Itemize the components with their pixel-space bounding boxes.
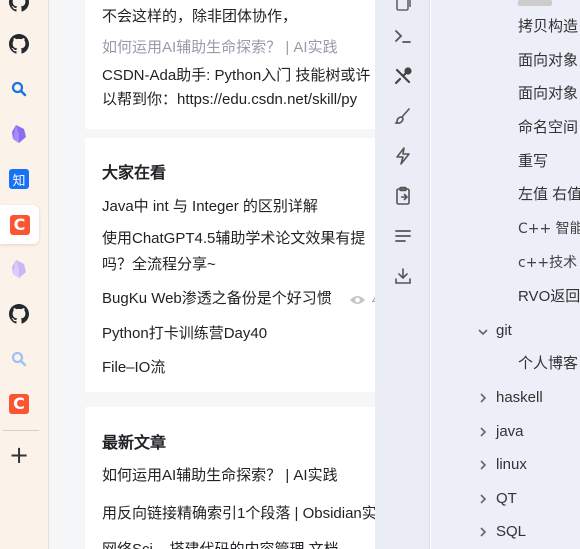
tools-icon[interactable] (392, 65, 414, 87)
note-item[interactable]: 重写 (518, 152, 548, 172)
lightning-icon[interactable] (392, 145, 414, 167)
copy-icon[interactable] (392, 0, 414, 14)
search-icon[interactable] (5, 75, 33, 103)
trending-item[interactable]: BugKu Web渗透之备份是个好习惯 (102, 289, 332, 309)
chevron-right-icon[interactable] (478, 527, 488, 537)
file-explorer: 拷贝构造 面向对象 面向对象 命名空间 重写 左值 右值 C++ 智能 c++技… (431, 0, 580, 549)
note-item[interactable]: c++技术 (518, 253, 577, 273)
brush-icon[interactable] (392, 105, 414, 127)
folder-linux[interactable]: linux (496, 455, 527, 475)
add-icon[interactable]: + (5, 441, 33, 469)
zhihu-icon[interactable]: 知 (5, 165, 33, 193)
dock-divider (3, 430, 39, 431)
trending-item[interactable]: Java中 int 与 Integer 的区别详解 (102, 197, 318, 217)
note-item[interactable]: 面向对象 (518, 84, 578, 104)
note-item[interactable]: 左值 右值 (518, 185, 580, 205)
folder-git[interactable]: git (496, 321, 512, 341)
latest-item[interactable]: 用反向链接精确索引1个段落 | Obsidian实 (102, 504, 375, 524)
eye-icon (350, 295, 365, 304)
trending-item[interactable]: Python打卡训练营Day40 (102, 324, 267, 344)
folder-sql[interactable]: SQL (496, 522, 526, 542)
latest-card: 最新文章 如何运用AI辅助生命探索？ | AI实践 用反向链接精确索引1个段落 … (85, 407, 375, 549)
github-icon[interactable] (5, 30, 33, 58)
view-count: 4 (349, 292, 375, 307)
chevron-down-icon[interactable] (478, 327, 488, 337)
terminal-icon[interactable] (392, 25, 414, 47)
chevron-right-icon[interactable] (478, 393, 488, 403)
csdn-icon-2[interactable]: C (5, 390, 33, 418)
folder-java[interactable]: java (496, 422, 524, 442)
trending-item[interactable]: 使用ChatGPT4.5辅助学术论文效果有提 (102, 229, 365, 249)
ribbon-toolbar (375, 0, 430, 549)
note-item[interactable]: 个人博客 (518, 354, 578, 374)
obsidian-icon-faded[interactable] (5, 255, 33, 283)
latest-item[interactable]: 如何运用AI辅助生命探索？ | AI实践 (102, 466, 338, 486)
folder-haskell[interactable]: haskell (496, 388, 543, 408)
note-item[interactable]: 拷贝构造 (518, 17, 578, 37)
comment-card: 不会这样的，除非团体协作， 如何运用AI辅助生命探索？ | AI实践 CSDN-… (85, 0, 375, 129)
ada-reply-line2[interactable]: 以帮到你：https://edu.csdn.net/skill/py (102, 90, 357, 110)
comment-text: 不会这样的，除非团体协作， (102, 8, 298, 25)
download-icon[interactable] (392, 265, 414, 287)
latest-item[interactable]: 网络Sci... 搭建代码的内容管理 文档 (102, 540, 339, 549)
list-icon[interactable] (392, 225, 414, 247)
latest-title: 最新文章 (102, 435, 167, 452)
trending-title: 大家在看 (102, 165, 167, 182)
clipboard-icon[interactable] (392, 185, 414, 207)
chevron-right-icon[interactable] (478, 494, 488, 504)
note-item-partial[interactable] (518, 0, 552, 13)
folder-qt[interactable]: QT (496, 489, 517, 509)
note-item[interactable]: RVO返回 (518, 287, 580, 307)
note-item[interactable]: 命名空间 (518, 118, 578, 138)
note-item[interactable]: C++ 智能 (518, 219, 580, 239)
trending-card: 大家在看 Java中 int 与 Integer 的区别详解 使用ChatGPT… (85, 138, 375, 392)
trending-item[interactable]: File–IO流 (102, 358, 165, 378)
app-dock: 知 C C + (0, 0, 49, 549)
github-icon-2[interactable] (5, 300, 33, 328)
chevron-right-icon[interactable] (478, 427, 488, 437)
note-item[interactable]: 面向对象 (518, 51, 578, 71)
chevron-right-icon[interactable] (478, 460, 488, 470)
trending-item-cont[interactable]: 吗？全流程分享~ (102, 255, 216, 275)
ada-reply-line1: CSDN-Ada助手: Python入门 技能树或许 (102, 67, 371, 84)
search-icon-faded[interactable] (5, 345, 33, 373)
obsidian-icon[interactable] (5, 120, 33, 148)
github-icon-partial[interactable] (5, 0, 33, 16)
csdn-icon-active[interactable]: C (0, 205, 39, 244)
related-link[interactable]: 如何运用AI辅助生命探索？ | AI实践 (102, 38, 338, 58)
article-page: 不会这样的，除非团体协作， 如何运用AI辅助生命探索？ | AI实践 CSDN-… (49, 0, 375, 549)
